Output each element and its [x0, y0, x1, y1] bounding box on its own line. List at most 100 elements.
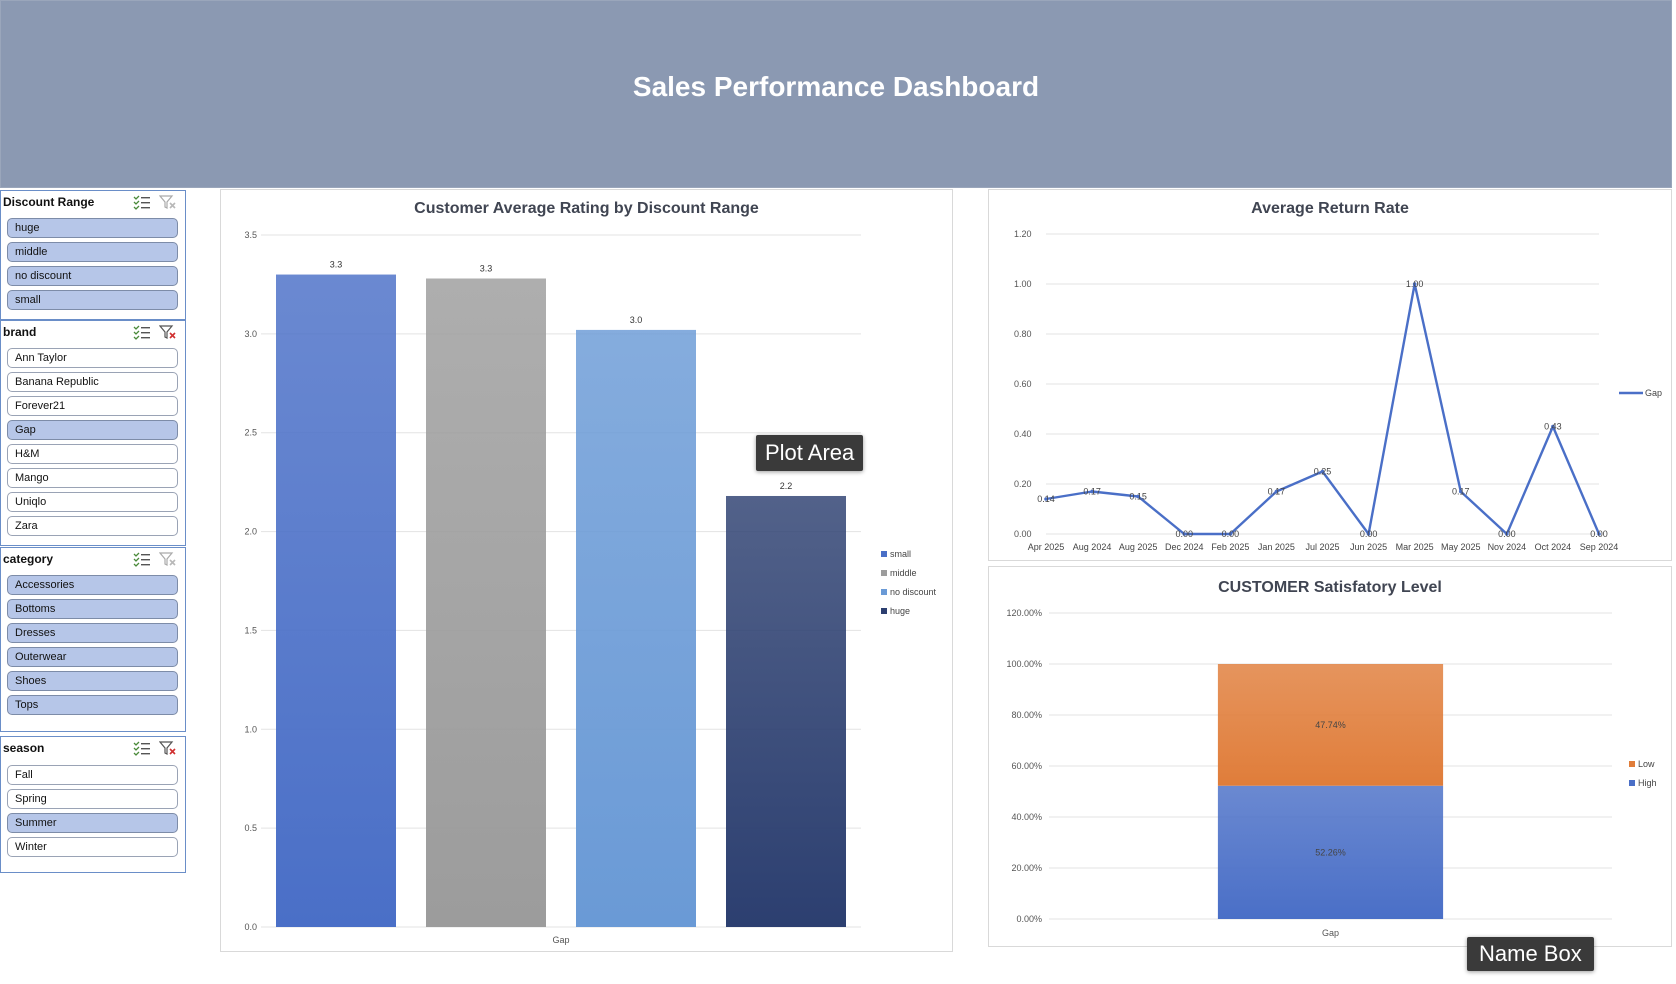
slicer-item[interactable]: Bottoms [7, 599, 178, 619]
y-tick-label: 60.00% [1011, 761, 1042, 771]
satisfaction-chart[interactable]: CUSTOMER Satisfatory Level 0.00% 20.00% 40… [988, 566, 1672, 947]
slicer-header: brand [1, 321, 185, 345]
bar [276, 274, 396, 927]
slicer-item[interactable]: Uniqlo [7, 492, 178, 512]
chart-title: Average Return Rate [1251, 200, 1409, 217]
x-tick-label: Mar 2025 [1396, 542, 1434, 552]
y-tick-label: 3.0 [244, 329, 257, 339]
slicer-item[interactable]: Spring [7, 789, 178, 809]
x-tick-label: Aug 2025 [1119, 542, 1158, 552]
bar [426, 278, 546, 927]
y-tick-label: 80.00% [1011, 710, 1042, 720]
data-label: 0.00 [1175, 529, 1193, 539]
clear-filter-icon[interactable] [158, 324, 177, 340]
data-label: 0.14 [1037, 494, 1055, 504]
slicer-item[interactable]: Fall [7, 765, 178, 785]
data-label: 1.00 [1406, 279, 1424, 289]
multi-select-icon[interactable] [133, 740, 151, 756]
return-rate-chart[interactable]: Average Return Rate 0.00 0.20 0.40 0.60 0.80… [988, 189, 1672, 561]
slicer-header: Discount Range [1, 191, 185, 215]
x-tick-label: Gap [1322, 928, 1339, 938]
data-label: 0.43 [1544, 422, 1562, 432]
slicer-item[interactable]: Gap [7, 420, 178, 440]
y-tick-label: 0.5 [244, 823, 257, 833]
bar [576, 329, 696, 928]
data-label: 0.00 [1222, 529, 1240, 539]
legend-label: huge [890, 606, 910, 616]
x-tick-label: Jul 2025 [1305, 542, 1339, 552]
slicer-item[interactable]: Forever21 [7, 396, 178, 416]
slicer-item[interactable]: no discount [7, 266, 178, 286]
y-tick-label: 0.60 [1014, 379, 1032, 389]
y-tick-label: 1.00 [1014, 279, 1032, 289]
slicer-item[interactable]: Banana Republic [7, 372, 178, 392]
data-label: 3.0 [630, 315, 643, 325]
slicer-item[interactable]: huge [7, 218, 178, 238]
slicer-item[interactable]: Mango [7, 468, 178, 488]
slicer-item[interactable]: Ann Taylor [7, 348, 178, 368]
rating-chart-svg: 0.0 0.5 1.0 1.5 2.0 2.5 3.0 3.5 3.3 3.3 3.0 2.2 Gap s… [244, 230, 937, 945]
x-tick-label: Feb 2025 [1211, 542, 1249, 552]
slicer-item[interactable]: Tops [7, 695, 178, 715]
slicer-item[interactable]: H&M [7, 444, 178, 464]
name-box-tooltip: Name Box [1467, 937, 1594, 971]
multi-select-icon[interactable] [133, 324, 151, 340]
slicer-item[interactable]: Zara [7, 516, 178, 536]
y-tick-label: 120.00% [1006, 608, 1042, 618]
multi-select-icon[interactable] [133, 194, 151, 210]
y-tick-label: 0.80 [1014, 329, 1032, 339]
x-tick-label: Gap [552, 935, 569, 945]
slicer-title: Discount Range [3, 195, 95, 209]
y-tick-label: 1.5 [244, 625, 257, 635]
dashboard-header: Sales Performance Dashboard [0, 0, 1672, 188]
legend-swatch [881, 608, 887, 614]
slicer-item[interactable]: Outerwear [7, 647, 178, 667]
chart-title: CUSTOMER Satisfatory Level [1218, 579, 1442, 596]
slicer-discount-range: Discount Range huge middle no discount small [0, 190, 186, 320]
data-label: 3.3 [330, 260, 343, 270]
slicer-title: season [3, 741, 45, 755]
x-tick-label: Oct 2024 [1535, 542, 1572, 552]
y-tick-label: 20.00% [1011, 863, 1042, 873]
multi-select-icon[interactable] [133, 551, 151, 567]
rating-chart[interactable]: Customer Average Rating by Discount Rang… [220, 189, 953, 952]
data-label: 0.00 [1590, 529, 1608, 539]
slicer-item[interactable]: small [7, 290, 178, 310]
legend-swatch [881, 551, 887, 557]
chart-title: Customer Average Rating by Discount Rang… [414, 200, 759, 217]
slicer-category: category Accessories Bottoms Dresses Outerwe… [0, 547, 186, 732]
data-label: 47.74% [1315, 720, 1346, 730]
legend-label: small [890, 549, 911, 559]
slicer-item[interactable]: Shoes [7, 671, 178, 691]
slicer-item[interactable]: Summer [7, 813, 178, 833]
y-tick-label: 2.0 [244, 527, 257, 537]
x-tick-label: Apr 2025 [1028, 542, 1065, 552]
y-tick-label: 0.40 [1014, 429, 1032, 439]
slicer-item[interactable]: Winter [7, 837, 178, 857]
clear-filter-icon[interactable] [158, 194, 177, 210]
data-label: 52.26% [1315, 847, 1346, 857]
y-tick-label: 0.00 [1014, 529, 1032, 539]
clear-filter-icon[interactable] [158, 740, 177, 756]
x-tick-label: Nov 2024 [1488, 542, 1527, 552]
slicer-title: brand [3, 325, 37, 339]
legend-swatch [1629, 761, 1635, 767]
data-label: 0.17 [1083, 487, 1101, 497]
data-label: 3.3 [480, 263, 493, 273]
legend-label: High [1638, 778, 1657, 788]
slicer-item[interactable]: middle [7, 242, 178, 262]
x-tick-label: Jan 2025 [1258, 542, 1295, 552]
slicer-item[interactable]: Dresses [7, 623, 178, 643]
x-tick-label: Aug 2024 [1073, 542, 1112, 552]
legend-label: no discount [890, 587, 937, 597]
y-tick-label: 0.00% [1016, 914, 1042, 924]
slicer-item[interactable]: Accessories [7, 575, 178, 595]
legend-swatch [1629, 780, 1635, 786]
data-label: 0.15 [1129, 492, 1147, 502]
dashboard-title: Sales Performance Dashboard [632, 71, 1040, 102]
slicer-brand: brand Ann Taylor Banana Republic Forever21 G… [0, 320, 186, 546]
clear-filter-icon[interactable] [158, 551, 177, 567]
legend-label: Gap [1645, 388, 1662, 398]
return-rate-chart-svg: 0.00 0.20 0.40 0.60 0.80 1.00 1.20 0.14 0.17 0.15… [1014, 229, 1662, 552]
y-tick-label: 100.00% [1006, 659, 1042, 669]
